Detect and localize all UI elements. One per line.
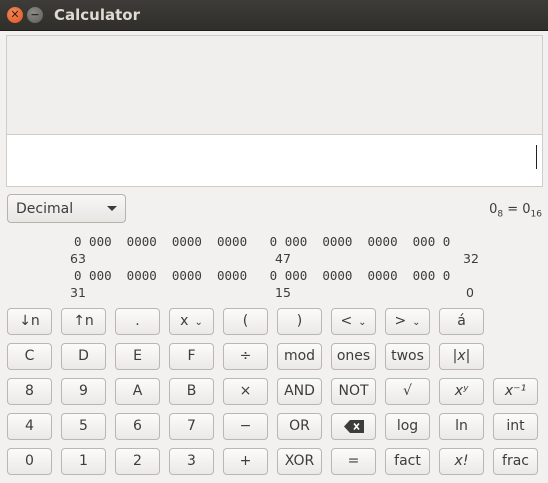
- shift-left-label: <: [340, 313, 353, 329]
- digit-6-button[interactable]: 6: [115, 413, 160, 440]
- subscript-label: x: [180, 313, 189, 329]
- mode-select[interactable]: Decimal: [7, 194, 126, 223]
- history-display: [6, 35, 543, 135]
- digit-8-button[interactable]: 8: [7, 378, 52, 405]
- subtract-button[interactable]: −: [223, 413, 268, 440]
- hex-b-button[interactable]: B: [169, 378, 214, 405]
- character-button[interactable]: á: [439, 308, 484, 335]
- mode-label: Decimal: [16, 201, 74, 217]
- conv-left-base: 8: [497, 209, 504, 220]
- frac-button[interactable]: frac: [493, 448, 538, 475]
- bit-index-15: 15: [275, 285, 291, 300]
- backspace-icon: [343, 419, 364, 433]
- chevron-down-icon: ⌄: [412, 317, 421, 328]
- bit-index-63: 63: [70, 251, 86, 266]
- bit-index-31: 31: [70, 285, 86, 300]
- mod-button[interactable]: mod: [277, 343, 322, 370]
- bits-row-low[interactable]: 0 000 0000 0000 0000 0 000 0000 0000 000…: [74, 268, 450, 283]
- open-paren-button[interactable]: (: [223, 308, 268, 335]
- equals-button[interactable]: =: [331, 448, 376, 475]
- hex-d-button[interactable]: D: [61, 343, 106, 370]
- int-button[interactable]: int: [493, 413, 538, 440]
- twos-complement-button[interactable]: twos: [385, 343, 430, 370]
- shift-left-select-button[interactable]: < ⌄: [331, 308, 376, 335]
- shift-down-button[interactable]: ↓n: [7, 308, 52, 335]
- digit-7-button[interactable]: 7: [169, 413, 214, 440]
- digit-2-button[interactable]: 2: [115, 448, 160, 475]
- title-bar: ✕ − Calculator: [0, 0, 548, 31]
- base-conversion: 08 = 016: [489, 202, 542, 220]
- bit-index-0: 0: [466, 285, 474, 300]
- digit-1-button[interactable]: 1: [61, 448, 106, 475]
- bit-index-32: 32: [463, 251, 479, 266]
- chevron-down-icon: ⌄: [358, 317, 367, 328]
- close-paren-button[interactable]: ): [277, 308, 322, 335]
- digit-0-button[interactable]: 0: [7, 448, 52, 475]
- shift-up-button[interactable]: ↑n: [61, 308, 106, 335]
- hex-e-button[interactable]: E: [115, 343, 160, 370]
- hex-a-button[interactable]: A: [115, 378, 160, 405]
- shift-right-label: >: [394, 313, 407, 329]
- or-button[interactable]: OR: [277, 413, 322, 440]
- factorial-button[interactable]: x!: [439, 448, 484, 475]
- fact-button[interactable]: fact: [385, 448, 430, 475]
- digit-5-button[interactable]: 5: [61, 413, 106, 440]
- digit-3-button[interactable]: 3: [169, 448, 214, 475]
- minimize-icon[interactable]: −: [27, 7, 43, 23]
- not-button[interactable]: NOT: [331, 378, 376, 405]
- sqrt-button[interactable]: √: [385, 378, 430, 405]
- hex-f-button[interactable]: F: [169, 343, 214, 370]
- inverse-button[interactable]: x⁻¹: [493, 378, 538, 405]
- close-icon[interactable]: ✕: [7, 7, 23, 23]
- bit-index-47: 47: [275, 251, 291, 266]
- subscript-select-button[interactable]: x ⌄: [169, 308, 214, 335]
- text-cursor: [536, 145, 537, 169]
- conv-right-base: 16: [530, 209, 542, 220]
- conv-equals: =: [507, 202, 519, 217]
- decimal-point-button[interactable]: .: [115, 308, 160, 335]
- divide-button[interactable]: ÷: [223, 343, 268, 370]
- ones-complement-button[interactable]: ones: [331, 343, 376, 370]
- chevron-down-icon: ⌄: [194, 317, 203, 328]
- digit-9-button[interactable]: 9: [61, 378, 106, 405]
- log-button[interactable]: log: [385, 413, 430, 440]
- digit-4-button[interactable]: 4: [7, 413, 52, 440]
- and-button[interactable]: AND: [277, 378, 322, 405]
- backspace-button[interactable]: [331, 413, 376, 440]
- chevron-down-icon: [107, 206, 117, 211]
- shift-right-select-button[interactable]: > ⌄: [385, 308, 430, 335]
- conv-right: 0: [522, 202, 531, 217]
- add-button[interactable]: +: [223, 448, 268, 475]
- bits-row-high[interactable]: 0 000 0000 0000 0000 0 000 0000 0000 000…: [74, 234, 450, 249]
- multiply-button[interactable]: ×: [223, 378, 268, 405]
- power-button[interactable]: xʸ: [439, 378, 484, 405]
- xor-button[interactable]: XOR: [277, 448, 322, 475]
- entry-display[interactable]: [6, 134, 543, 187]
- ln-button[interactable]: ln: [439, 413, 484, 440]
- abs-button[interactable]: |x|: [439, 343, 484, 370]
- hex-c-button[interactable]: C: [7, 343, 52, 370]
- window-title: Calculator: [54, 6, 140, 24]
